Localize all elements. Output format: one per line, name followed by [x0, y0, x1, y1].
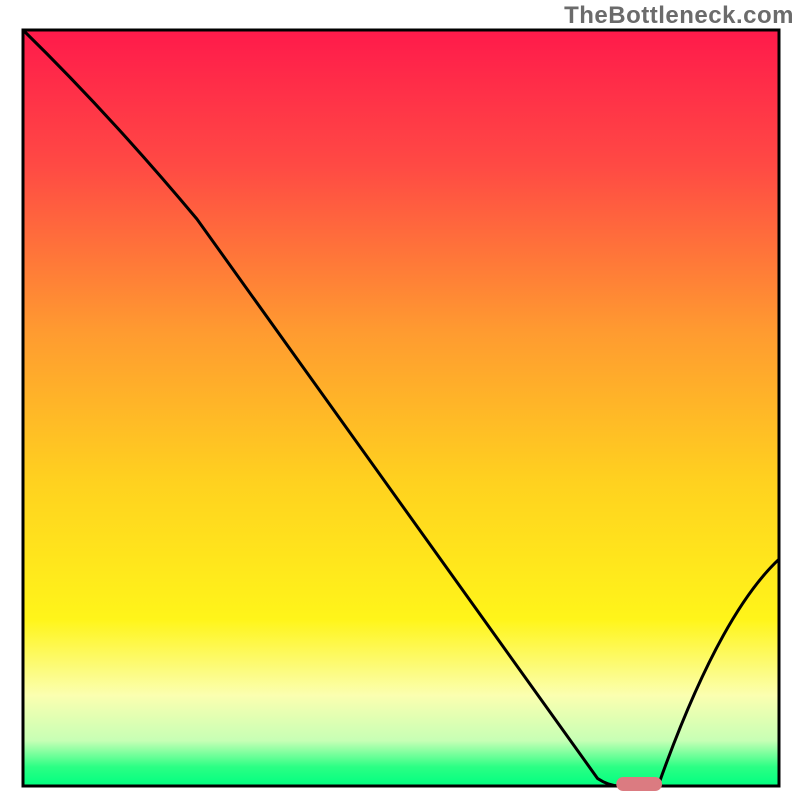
chart-svg: [0, 0, 800, 800]
marker-highlight: [616, 777, 662, 791]
plot-background: [23, 30, 779, 786]
bottleneck-chart: TheBottleneck.com: [0, 0, 800, 800]
